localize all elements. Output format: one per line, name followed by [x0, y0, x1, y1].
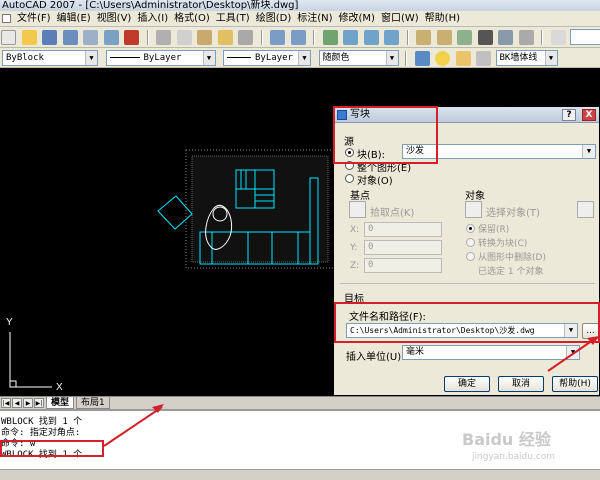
autocad-window: AutoCAD 2007 - [C:\Users\Administrator\D… — [0, 0, 600, 480]
annotation-arrow — [547, 337, 597, 372]
annotation-arrows — [103, 336, 599, 447]
annotation-arrow — [103, 406, 163, 447]
